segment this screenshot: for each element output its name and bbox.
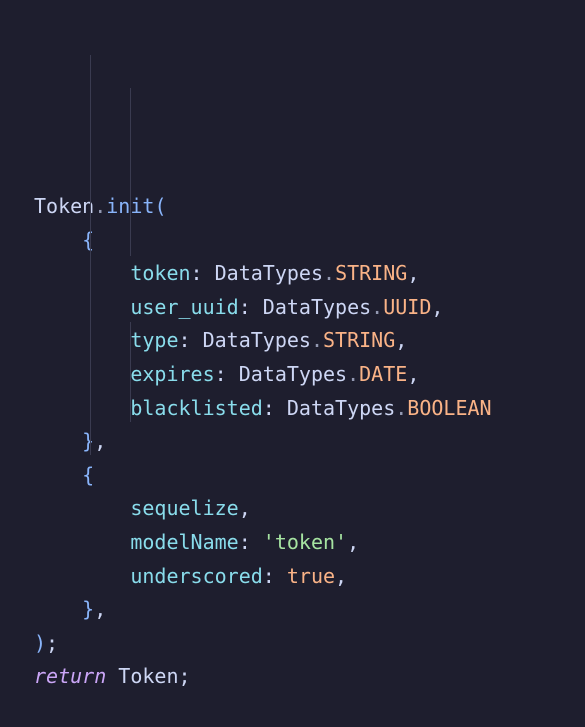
- code-token: }: [82, 429, 95, 454]
- code-editor[interactable]: Token.init( { token: DataTypes.STRING, u…: [0, 0, 585, 688]
- code-token: ,: [347, 529, 360, 554]
- code-token: DataTypes: [286, 395, 396, 420]
- code-line[interactable]: underscored: true,: [34, 560, 585, 594]
- code-token: ,: [407, 361, 420, 386]
- code-token: :: [238, 529, 263, 554]
- code-token: :: [262, 563, 287, 588]
- code-token: ,: [238, 496, 251, 521]
- code-line[interactable]: sequelize,: [34, 492, 585, 526]
- code-line[interactable]: );: [34, 627, 585, 661]
- code-token: {: [82, 227, 95, 252]
- code-token: {: [82, 462, 95, 487]
- code-token: type: [130, 328, 179, 353]
- code-token: user_uuid: [130, 294, 239, 319]
- indent-guide: [130, 88, 131, 256]
- code-token: underscored: [130, 563, 263, 588]
- code-token: :: [262, 395, 287, 420]
- code-token: expires: [130, 361, 215, 386]
- code-token: true: [286, 563, 336, 588]
- code-token: UUID: [383, 294, 432, 319]
- code-token: modelName: [130, 529, 239, 554]
- code-token: .: [94, 193, 107, 218]
- code-token: return: [34, 664, 107, 689]
- code-token: :: [238, 294, 263, 319]
- code-line[interactable]: },: [34, 425, 585, 459]
- code-token: ): [34, 630, 47, 655]
- indent-guide: [90, 55, 91, 455]
- code-token: :: [178, 328, 203, 353]
- code-token: DataTypes: [214, 261, 324, 286]
- code-token: DataTypes: [262, 294, 372, 319]
- code-token: .: [371, 294, 384, 319]
- code-token: DATE: [359, 361, 408, 386]
- code-token: ,: [94, 429, 107, 454]
- code-token: 'token': [262, 529, 348, 554]
- code-token: }: [82, 597, 95, 622]
- code-token: STRING: [335, 261, 408, 286]
- code-token: .: [347, 361, 360, 386]
- code-line[interactable]: {: [34, 224, 585, 258]
- code-token: ,: [94, 597, 107, 622]
- code-line[interactable]: },: [34, 593, 585, 627]
- code-line[interactable]: user_uuid: DataTypes.UUID,: [34, 291, 585, 325]
- code-line[interactable]: expires: DataTypes.DATE,: [34, 358, 585, 392]
- code-token: ,: [431, 294, 444, 319]
- code-line[interactable]: return Token;: [34, 660, 585, 694]
- code-token: :: [190, 261, 215, 286]
- code-token: ,: [335, 563, 348, 588]
- code-token: ;: [178, 664, 191, 689]
- code-token: .: [395, 395, 408, 420]
- code-token: .: [323, 261, 336, 286]
- code-token: token: [130, 261, 191, 286]
- indent-guide: [130, 322, 131, 422]
- code-line[interactable]: Token.init(: [34, 190, 585, 224]
- code-token: Token: [106, 664, 179, 689]
- code-token: BOOLEAN: [407, 395, 492, 420]
- code-token: STRING: [323, 328, 396, 353]
- code-line[interactable]: {: [34, 459, 585, 493]
- code-line[interactable]: blacklisted: DataTypes.BOOLEAN: [34, 392, 585, 426]
- code-token: ,: [395, 328, 408, 353]
- code-token: blacklisted: [130, 395, 263, 420]
- code-token: ;: [46, 630, 59, 655]
- code-token: Token: [34, 193, 95, 218]
- code-token: .: [310, 328, 324, 353]
- code-line[interactable]: type: DataTypes.STRING,: [34, 324, 585, 358]
- code-token: :: [214, 361, 239, 386]
- code-token: DataTypes: [238, 361, 348, 386]
- code-token: DataTypes: [202, 328, 311, 353]
- code-line[interactable]: token: DataTypes.STRING,: [34, 257, 585, 291]
- code-token: sequelize: [130, 496, 239, 521]
- code-token: (: [154, 193, 167, 218]
- code-lines: Token.init( { token: DataTypes.STRING, u…: [34, 190, 585, 694]
- code-token: ,: [407, 261, 420, 286]
